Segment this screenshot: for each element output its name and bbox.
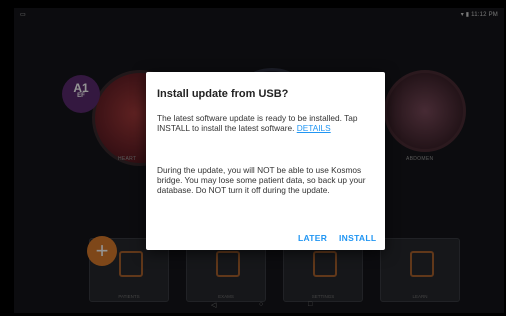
details-link[interactable]: DETAILS	[297, 123, 331, 133]
dialog-title: Install update from USB?	[157, 88, 289, 100]
dialog-message-1: The latest software update is ready to b…	[157, 113, 377, 133]
tablet-frame: ▭ ▾ ▮ 11:12 PM A1 EF HEART ABDOMEN PATIE…	[0, 0, 506, 316]
install-button[interactable]: INSTALL	[339, 233, 376, 243]
later-button[interactable]: LATER	[298, 233, 327, 243]
dialog-message-2: During the update, you will NOT be able …	[157, 165, 366, 195]
update-dialog: Install update from USB? The latest soft…	[146, 72, 385, 250]
